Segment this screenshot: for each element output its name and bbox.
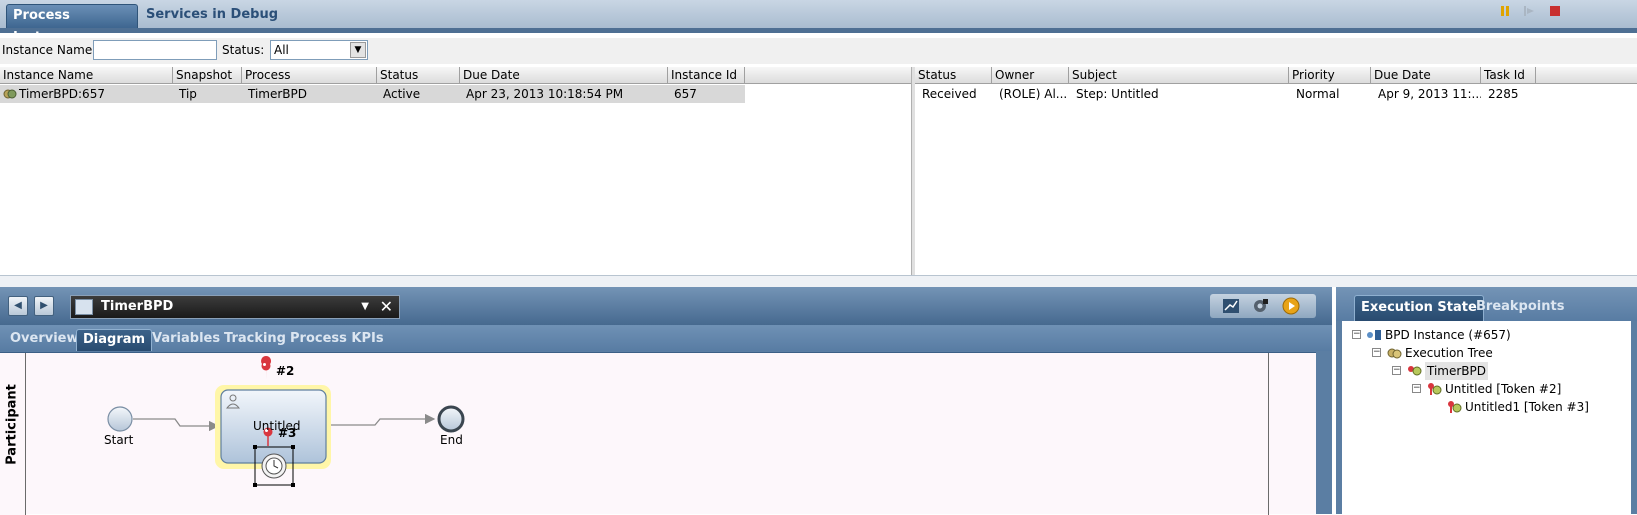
close-icon[interactable]: ✕ bbox=[380, 296, 393, 318]
collapse-toggle[interactable]: − bbox=[1412, 384, 1421, 393]
instance-icon bbox=[3, 89, 17, 99]
settings-gear-icon[interactable] bbox=[1252, 297, 1270, 315]
process-diagram-icon bbox=[75, 299, 93, 315]
tree-node-label: Untitled1 [Token #3] bbox=[1465, 400, 1589, 414]
process-selector-value: TimerBPD bbox=[101, 299, 174, 314]
token-icon bbox=[1448, 401, 1462, 413]
top-tab-bar: Process Instances Services in Debug bbox=[0, 0, 1637, 45]
execution-state-panel: Execution State Breakpoints − BPD Instan… bbox=[1336, 287, 1637, 514]
col-task-status[interactable]: Status bbox=[915, 67, 992, 84]
start-event[interactable] bbox=[107, 406, 133, 432]
table-row[interactable]: Received (ROLE) Al... Step: Untitled Nor… bbox=[915, 85, 1637, 103]
process-selector[interactable]: TimerBPD ▼ ✕ bbox=[70, 295, 400, 319]
cell-task-due-date: Apr 9, 2013 11:... bbox=[1378, 87, 1481, 101]
cell-instance-id: 657 bbox=[674, 87, 697, 101]
col-process[interactable]: Process bbox=[242, 67, 377, 84]
collapse-toggle[interactable]: − bbox=[1372, 348, 1381, 357]
cell-status: Active bbox=[383, 87, 421, 101]
diagram-toolbar: ◀ ▶ TimerBPD ▼ ✕ bbox=[0, 287, 1332, 325]
tab-overview[interactable]: Overview bbox=[4, 329, 85, 351]
tab-process-instances[interactable]: Process Instances bbox=[6, 4, 138, 45]
diagram-canvas[interactable]: Participant Start End Untitled #2 #3 bbox=[0, 352, 1316, 515]
status-label: Status: bbox=[222, 43, 265, 57]
instances-table-header: Instance Name Snapshot Process Status Du… bbox=[0, 67, 912, 84]
token-icon bbox=[1428, 383, 1442, 395]
end-label: End bbox=[440, 433, 463, 447]
cell-task-status: Received bbox=[922, 87, 977, 101]
forward-button[interactable]: ▶ bbox=[34, 296, 54, 316]
tree-node-label: Execution Tree bbox=[1405, 346, 1493, 360]
play-icon[interactable] bbox=[1282, 297, 1300, 315]
step-icon[interactable] bbox=[1522, 4, 1536, 18]
execution-tree-icon bbox=[1387, 348, 1402, 359]
execution-tree: − BPD Instance (#657) − Execution Tree −… bbox=[1342, 321, 1631, 514]
col-owner[interactable]: Owner bbox=[992, 67, 1069, 84]
pause-icon[interactable] bbox=[1498, 4, 1512, 18]
cell-priority: Normal bbox=[1296, 87, 1340, 101]
instances-table: Instance Name Snapshot Process Status Du… bbox=[0, 67, 912, 275]
tab-tracking[interactable]: Tracking bbox=[218, 329, 292, 351]
col-due-date[interactable]: Due Date bbox=[460, 67, 668, 84]
sequence-flow[interactable] bbox=[326, 413, 436, 426]
chevron-down-icon[interactable]: ▼ bbox=[361, 296, 369, 318]
status-select[interactable]: All ▼ bbox=[270, 40, 368, 60]
tab-breakpoints[interactable]: Breakpoints bbox=[1470, 295, 1570, 321]
token-number: #3 bbox=[278, 426, 297, 440]
tab-services-in-debug[interactable]: Services in Debug bbox=[140, 4, 284, 28]
start-label: Start bbox=[104, 433, 134, 447]
table-row[interactable]: TimerBPD:657 Tip TimerBPD Active Apr 23,… bbox=[0, 85, 745, 103]
instance-name-label: Instance Name: bbox=[2, 43, 97, 57]
status-select-value: All bbox=[274, 43, 289, 57]
process-tokens-icon bbox=[1408, 366, 1422, 376]
col-instance-id[interactable]: Instance Id bbox=[668, 67, 745, 84]
tree-node-label: BPD Instance (#657) bbox=[1385, 328, 1511, 342]
instance-filter-bar: Instance Name: Status: All ▼ bbox=[0, 38, 1637, 64]
chart-icon[interactable] bbox=[1222, 297, 1240, 315]
tab-process-kpis[interactable]: Process KPIs bbox=[284, 329, 390, 351]
col-subject[interactable]: Subject bbox=[1069, 67, 1289, 84]
tree-node-label: Untitled [Token #2] bbox=[1445, 382, 1562, 396]
collapse-toggle[interactable]: − bbox=[1352, 330, 1361, 339]
cell-due-date: Apr 23, 2013 10:18:54 PM bbox=[466, 87, 624, 101]
tasks-table: Status Owner Subject Priority Due Date T… bbox=[915, 67, 1637, 275]
back-button[interactable]: ◀ bbox=[8, 296, 28, 316]
end-event[interactable] bbox=[437, 405, 465, 433]
cell-snapshot: Tip bbox=[179, 87, 197, 101]
arrow-right-icon: ▶ bbox=[40, 300, 48, 311]
collapse-toggle[interactable]: − bbox=[1392, 366, 1401, 375]
col-status[interactable]: Status bbox=[377, 67, 460, 84]
tab-execution-state[interactable]: Execution State bbox=[1354, 295, 1484, 321]
col-priority[interactable]: Priority bbox=[1289, 67, 1371, 84]
bpd-instance-icon bbox=[1367, 330, 1381, 340]
diagram-tabs: Overview Diagram Variables Tracking Proc… bbox=[0, 325, 1332, 351]
col-snapshot[interactable]: Snapshot bbox=[173, 67, 242, 84]
sequence-flow[interactable] bbox=[133, 418, 220, 432]
col-task-id[interactable]: Task Id bbox=[1481, 67, 1536, 84]
tab-diagram[interactable]: Diagram bbox=[76, 329, 153, 351]
arrow-left-icon: ◀ bbox=[14, 300, 22, 311]
execution-tabs: Execution State Breakpoints bbox=[1336, 287, 1637, 321]
cell-owner: (ROLE) Al... bbox=[999, 87, 1068, 101]
tab-variables[interactable]: Variables bbox=[146, 329, 226, 351]
stop-icon[interactable] bbox=[1548, 4, 1562, 18]
cell-subject: Step: Untitled bbox=[1076, 87, 1159, 101]
col-task-due-date[interactable]: Due Date bbox=[1371, 67, 1481, 84]
token-number: #2 bbox=[276, 364, 295, 378]
diagram-tools bbox=[1210, 294, 1316, 318]
chevron-down-icon[interactable]: ▼ bbox=[350, 42, 366, 58]
cell-instance-name: TimerBPD:657 bbox=[19, 87, 105, 101]
cell-task-id: 2285 bbox=[1488, 87, 1519, 101]
cell-process: TimerBPD bbox=[248, 87, 308, 101]
diagram-panel: ◀ ▶ TimerBPD ▼ ✕ Overview Diagram Variab… bbox=[0, 287, 1332, 515]
col-instance-name[interactable]: Instance Name bbox=[0, 67, 173, 84]
tasks-table-header: Status Owner Subject Priority Due Date T… bbox=[915, 67, 1637, 84]
horizontal-splitter[interactable] bbox=[0, 275, 1637, 287]
token-marker-icon[interactable] bbox=[261, 356, 272, 380]
process-diagram bbox=[107, 356, 465, 487]
instance-name-input[interactable] bbox=[93, 40, 217, 60]
tree-node-label: TimerBPD bbox=[1425, 362, 1489, 380]
